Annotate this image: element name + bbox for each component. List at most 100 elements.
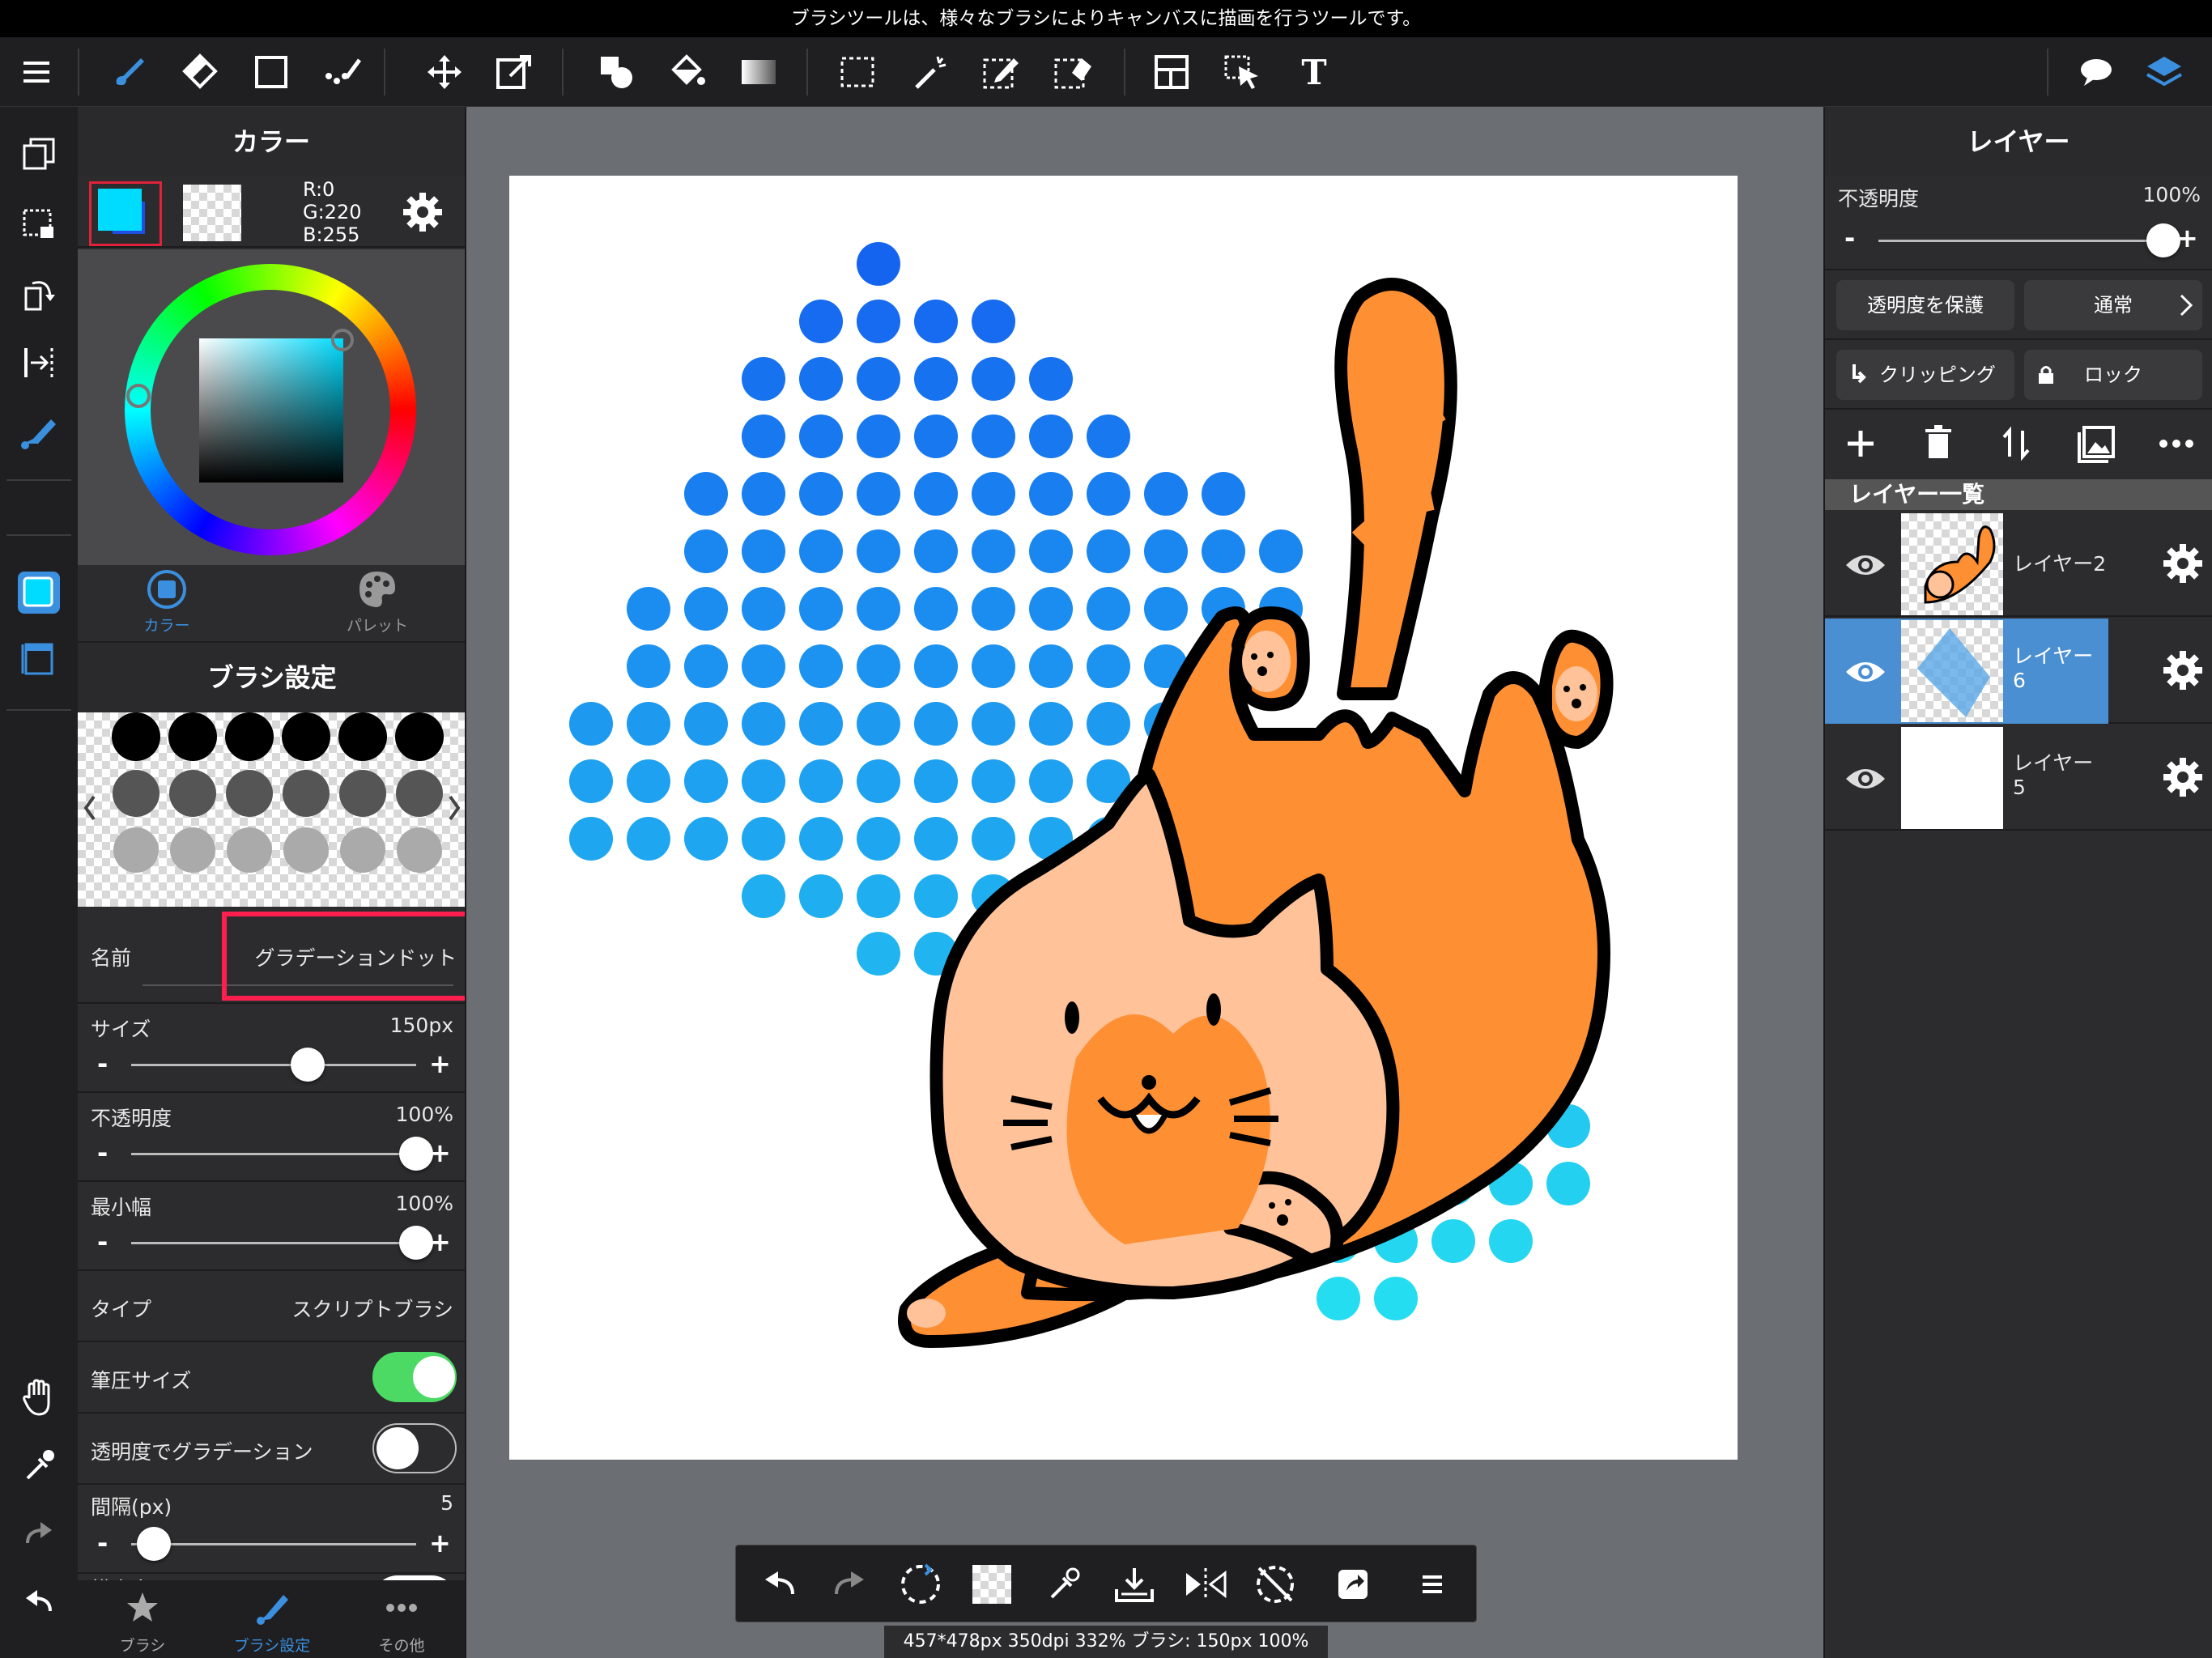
dot-brush-icon[interactable] — [316, 45, 369, 99]
layer-item[interactable]: レイヤー 5 — [1825, 725, 2212, 831]
pressure-size-toggle[interactable] — [372, 1352, 457, 1402]
tab-color[interactable]: カラー — [102, 568, 232, 641]
layers-icon[interactable] — [2138, 45, 2191, 99]
tool-hint-bar: ブラシツールは、様々なブラシによりキャンバスに描画を行うツールです。 — [0, 0, 2212, 37]
brush-type-row[interactable]: タイプ スクリプトブラシ — [78, 1271, 465, 1342]
reorder-icon[interactable] — [1992, 419, 2040, 471]
rotate-icon[interactable] — [11, 266, 66, 321]
eraser-icon[interactable] — [173, 45, 227, 99]
brush-icon[interactable] — [102, 45, 155, 99]
lock-icon — [2039, 366, 2053, 384]
flip-icon[interactable] — [11, 335, 66, 390]
opacity-slider-knob[interactable] — [399, 1137, 433, 1171]
speech-bubble-icon[interactable] — [2069, 45, 2123, 99]
tab-palette[interactable]: パレット — [313, 568, 442, 641]
operation-icon[interactable] — [1216, 45, 1270, 99]
color-settings-gear-icon[interactable] — [400, 189, 445, 238]
layer-item[interactable]: レイヤー2 — [1825, 512, 2212, 617]
share-icon[interactable] — [1325, 1557, 1380, 1612]
text-icon[interactable]: T — [1287, 45, 1341, 99]
minwidth-minus-button[interactable]: - — [97, 1229, 108, 1255]
lock-button[interactable]: ロック — [2024, 350, 2202, 400]
rotate-canvas-icon[interactable] — [893, 1557, 948, 1612]
transform-icon[interactable] — [487, 45, 541, 99]
move-icon[interactable] — [418, 45, 471, 99]
layer-copy-icon[interactable] — [11, 126, 66, 181]
add-layer-icon[interactable] — [1836, 419, 1885, 471]
size-minus-button[interactable]: - — [97, 1051, 108, 1077]
select-pen-icon[interactable] — [975, 45, 1028, 99]
spacing-slider-knob[interactable] — [137, 1527, 172, 1561]
undo-icon[interactable] — [752, 1557, 807, 1612]
gradation-toggle[interactable] — [372, 1423, 457, 1473]
blend-mode-button[interactable]: 通常 — [2024, 280, 2202, 330]
saturation-square[interactable] — [199, 338, 343, 483]
layer-settings-gear-icon[interactable] — [2160, 648, 2206, 696]
bucket-icon[interactable] — [661, 45, 714, 99]
eye-icon — [1846, 555, 1885, 575]
layer-panel-toggle-icon[interactable] — [11, 631, 66, 687]
brush-name-row[interactable]: 名前 グラデーションドット — [78, 907, 465, 1004]
left-tool-strip — [0, 107, 78, 1658]
layer-image-icon[interactable] — [2073, 419, 2121, 471]
save-icon[interactable] — [1107, 1557, 1162, 1612]
protect-alpha-button[interactable]: 透明度を保護 — [1836, 280, 2014, 330]
redo-icon[interactable] — [822, 1557, 877, 1612]
sub-color-swatch[interactable] — [183, 185, 241, 241]
main-color-swatch[interactable] — [89, 181, 162, 246]
spacing-plus-button[interactable]: + — [429, 1530, 451, 1556]
hue-picker-knob[interactable] — [126, 384, 151, 408]
layer-settings-gear-icon[interactable] — [2160, 541, 2206, 589]
layer-list-title: レイヤー一覧 — [1825, 479, 2212, 510]
tab-brush[interactable]: ブラシ — [78, 1580, 207, 1658]
select-all-icon[interactable] — [11, 196, 66, 251]
layer-opacity-slider-knob[interactable] — [2146, 223, 2180, 257]
opacity-plus-button[interactable]: + — [429, 1140, 451, 1166]
rectangle-icon[interactable] — [245, 45, 298, 99]
spacing-minus-button[interactable]: - — [97, 1530, 108, 1556]
layer-mode-row: 透明度を保護 通常 — [1825, 270, 2212, 340]
magic-wand-icon[interactable] — [904, 45, 957, 99]
size-plus-button[interactable]: + — [429, 1051, 451, 1077]
flip-horizontal-icon[interactable] — [1178, 1557, 1233, 1612]
layer-settings-gear-icon[interactable] — [2160, 755, 2206, 803]
bottom-menu-icon[interactable] — [1405, 1557, 1460, 1612]
blend-mode-label: 通常 — [2094, 294, 2133, 317]
layer-opacity-minus-button[interactable]: - — [1844, 225, 1855, 251]
layer-item-selected[interactable]: レイヤー 6 — [1825, 619, 2212, 724]
current-color-icon[interactable] — [11, 565, 66, 620]
clipping-button[interactable]: クリッピング — [1836, 350, 2014, 400]
layer-more-icon[interactable] — [2152, 419, 2201, 471]
opacity-minus-button[interactable]: - — [97, 1140, 108, 1166]
brush-tool-icon[interactable] — [11, 405, 66, 460]
tab-other[interactable]: その他 — [337, 1580, 465, 1658]
gradation-row: 透明度でグラデーション — [78, 1414, 465, 1485]
gradient-icon[interactable] — [732, 45, 785, 99]
layer-opacity-plus-button[interactable]: + — [2176, 225, 2198, 251]
tab-brush-settings[interactable]: ブラシ設定 — [207, 1580, 337, 1658]
eyedropper-icon[interactable] — [11, 1438, 66, 1493]
size-slider-knob[interactable] — [291, 1048, 325, 1082]
redo-icon[interactable] — [11, 1506, 66, 1561]
minwidth-plus-button[interactable]: + — [429, 1229, 451, 1255]
chevron-right-icon — [449, 795, 461, 821]
background-toggle-icon[interactable] — [964, 1557, 1019, 1612]
minwidth-slider-knob[interactable] — [399, 1226, 433, 1260]
select-eraser-icon[interactable] — [1046, 45, 1100, 99]
undo-icon[interactable] — [11, 1574, 66, 1629]
brush-preview — [78, 712, 465, 907]
reset-rotation-icon[interactable] — [1248, 1557, 1303, 1612]
clip-lock-row: クリッピング ロック — [1825, 340, 2212, 410]
trash-icon[interactable] — [1914, 419, 1963, 471]
hand-icon[interactable] — [11, 1370, 66, 1425]
frame-divider-icon[interactable] — [1145, 45, 1198, 99]
drawing-canvas[interactable] — [509, 176, 1738, 1460]
select-rect-icon[interactable] — [831, 45, 884, 99]
color-wheel-area — [78, 249, 465, 565]
eyedropper-icon[interactable] — [1036, 1557, 1091, 1612]
fill-shape-icon[interactable] — [589, 45, 643, 99]
menu-icon[interactable] — [10, 45, 63, 99]
top-toolbar: T — [0, 37, 2212, 107]
eye-icon — [1846, 769, 1885, 789]
sv-picker-knob[interactable] — [331, 329, 354, 351]
